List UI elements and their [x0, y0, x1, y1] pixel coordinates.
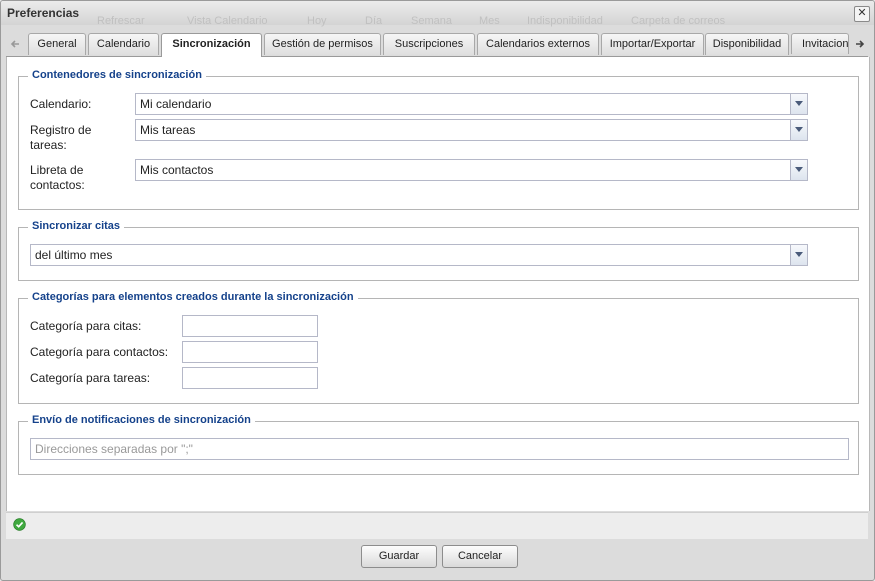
title-bar[interactable]: Preferencias Refrescar Vista Calendario …: [1, 1, 874, 27]
notifications-fieldset: Envío de notificaciones de sincronizació…: [18, 414, 859, 475]
sync-appointments-dropdown-trigger[interactable]: [790, 245, 807, 265]
tab-sincronizacion[interactable]: Sincronización: [161, 33, 262, 57]
notification-addresses-placeholder: Direcciones separadas por ";": [35, 442, 193, 456]
background-ghost-text: Indisponibilidad: [527, 15, 603, 27]
contacts-label-line2: contactos:: [30, 178, 85, 192]
sync-appointments-fieldset: Sincronizar citas del último mes: [18, 220, 859, 281]
cancel-button[interactable]: Cancelar: [442, 545, 518, 568]
category-appointments-input[interactable]: [182, 315, 318, 337]
tasks-dropdown-trigger[interactable]: [790, 120, 807, 140]
categories-fieldset: Categorías para elementos creados durant…: [18, 291, 859, 404]
background-ghost-text: Refrescar: [97, 15, 145, 27]
background-ghost-text: Día: [365, 15, 383, 27]
category-tasks-input[interactable]: [182, 367, 318, 389]
close-button[interactable]: ✕: [854, 6, 870, 22]
notifications-legend: Envío de notificaciones de sincronizació…: [28, 414, 255, 426]
chevron-down-icon: [795, 252, 803, 257]
calendar-select[interactable]: Mi calendario: [135, 93, 808, 115]
sync-appointments-select[interactable]: del último mes: [30, 244, 808, 266]
tab-general[interactable]: General: [28, 33, 86, 55]
tab-calendarios-externos[interactable]: Calendarios externos: [477, 33, 599, 55]
tab-importar-exportar[interactable]: Importar/Exportar: [601, 33, 704, 55]
calendar-dropdown-trigger[interactable]: [790, 94, 807, 114]
close-icon: ✕: [857, 7, 867, 19]
background-ghost-text: Vista Calendario: [187, 15, 268, 27]
category-tasks-label: Categoría para tareas:: [30, 371, 151, 385]
button-bar: Guardar Cancelar: [1, 539, 874, 580]
sync-containers-legend: Contenedores de sincronización: [28, 69, 206, 81]
tab-strip: General Calendario Sincronización Gestió…: [6, 33, 868, 57]
contacts-select-value: Mis contactos: [140, 163, 214, 177]
background-ghost-text: Hoy: [307, 15, 327, 27]
sync-appointments-legend: Sincronizar citas: [28, 220, 125, 232]
preferences-dialog: Preferencias Refrescar Vista Calendario …: [0, 0, 875, 581]
arrow-left-icon: [10, 40, 19, 48]
tasks-label-line1: Registro de: [30, 123, 92, 137]
notification-addresses-input[interactable]: Direcciones separadas por ";": [30, 438, 849, 460]
tab-gestion-permisos[interactable]: Gestión de permisos: [264, 33, 381, 55]
sync-appointments-value: del último mes: [35, 248, 113, 262]
background-ghost-text: Mes: [479, 15, 500, 27]
sync-containers-fieldset: Contenedores de sincronización Calendari…: [18, 69, 859, 210]
tasks-label-line2: tareas:: [30, 138, 67, 152]
arrow-right-icon: [856, 40, 865, 48]
tasks-select[interactable]: Mis tareas: [135, 119, 808, 141]
category-appointments-label: Categoría para citas:: [30, 319, 142, 333]
tab-scroll-left-button[interactable]: [6, 34, 24, 54]
calendar-label: Calendario:: [30, 97, 92, 111]
contacts-select[interactable]: Mis contactos: [135, 159, 808, 181]
chevron-down-icon: [795, 101, 803, 106]
check-circle-icon: [13, 518, 26, 531]
contacts-dropdown-trigger[interactable]: [790, 160, 807, 180]
categories-legend: Categorías para elementos creados durant…: [28, 291, 358, 303]
save-button[interactable]: Guardar: [361, 545, 437, 568]
calendar-select-value: Mi calendario: [140, 97, 212, 111]
tab-invitaciones[interactable]: Invitaciones: [791, 33, 849, 54]
chevron-down-icon: [795, 167, 803, 172]
sync-settings-panel: Contenedores de sincronización Calendari…: [6, 57, 870, 511]
background-ghost-text: Semana: [411, 15, 452, 27]
category-contacts-input[interactable]: [182, 341, 318, 363]
dialog-title: Preferencias: [7, 6, 80, 20]
chevron-down-icon: [795, 127, 803, 132]
tab-suscripciones[interactable]: Suscripciones: [383, 33, 475, 55]
background-ghost-text: Carpeta de correos: [631, 15, 726, 27]
tab-disponibilidad[interactable]: Disponibilidad: [705, 33, 789, 55]
contacts-label-line1: Libreta de: [30, 163, 84, 177]
tab-calendario[interactable]: Calendario: [88, 33, 159, 55]
tab-scroll-right-button[interactable]: [851, 34, 869, 54]
category-contacts-label: Categoría para contactos:: [30, 345, 169, 359]
tasks-select-value: Mis tareas: [140, 123, 196, 137]
status-bar: [6, 512, 868, 539]
